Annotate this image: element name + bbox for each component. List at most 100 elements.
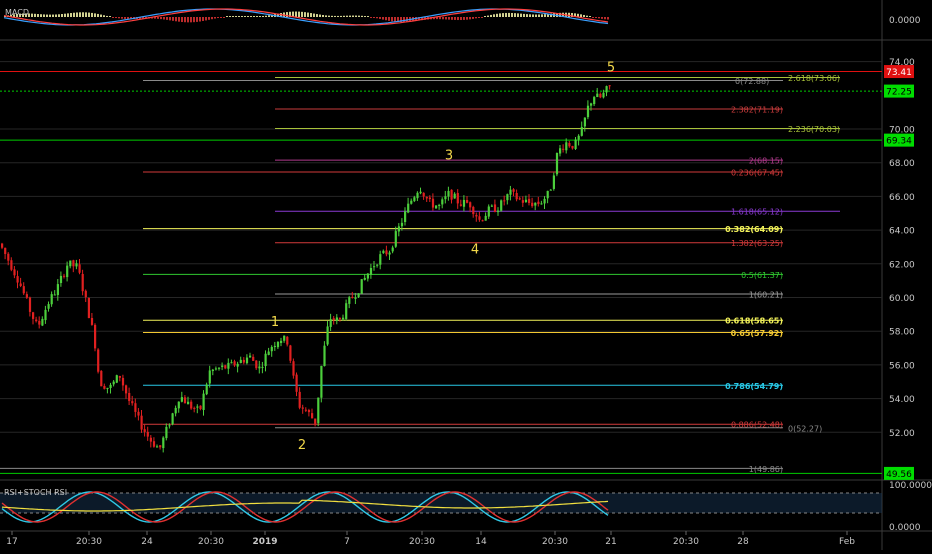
candle-body (500, 200, 503, 211)
macd-histogram-bar (604, 17, 606, 20)
macd-axis-label: 0.0000 (889, 16, 921, 26)
macd-histogram-bar (457, 17, 459, 21)
candle-body (205, 384, 208, 395)
candle-body (422, 192, 425, 197)
macd-histogram-bar (106, 15, 108, 17)
fib-level-label: 0.618(58.65) (725, 317, 783, 326)
candle-body (466, 200, 469, 203)
macd-histogram-bar (508, 12, 510, 17)
candle-body (543, 198, 546, 204)
candle-body (385, 250, 388, 255)
candle-body (317, 397, 320, 424)
fib-level-label: 0.65(57.92) (731, 329, 783, 338)
candle-body (397, 226, 400, 232)
fib-level-label: 2.382(71.19) (731, 105, 783, 114)
candle-body (360, 279, 363, 294)
macd-histogram-bar (247, 16, 249, 17)
candle-body (97, 349, 100, 372)
macd-histogram-bar (481, 17, 483, 18)
candle-body (332, 318, 335, 320)
candle-body (214, 368, 218, 370)
macd-histogram-bar (589, 16, 591, 17)
candle-body (438, 204, 441, 206)
candle-body (292, 361, 295, 376)
macd-histogram-bar (463, 17, 465, 20)
candle-body (407, 203, 410, 213)
macd-histogram-bar (61, 14, 63, 17)
macd-histogram-bar (157, 17, 159, 19)
macd-histogram-bar (349, 15, 351, 17)
macd-histogram-bar (187, 17, 189, 23)
candle-body (376, 264, 379, 266)
candle-body (50, 294, 53, 305)
macd-histogram-bar (490, 14, 492, 17)
candle-body (125, 385, 128, 394)
price-tick-label: 60.00 (889, 294, 915, 304)
candle-body (410, 200, 413, 204)
candle-body (351, 296, 354, 298)
macd-histogram-bar (469, 17, 471, 20)
macd-histogram-bar (442, 17, 444, 20)
macd-histogram-bar (499, 13, 501, 17)
candle-body (143, 429, 146, 432)
price-tick-label: 58.00 (889, 328, 915, 338)
candle-body (255, 360, 258, 369)
candle-body (311, 413, 314, 419)
candle-body (103, 385, 106, 389)
candle-body (363, 277, 366, 280)
macd-histogram-bar (229, 16, 231, 17)
macd-histogram-bar (496, 13, 498, 17)
macd-histogram-bar (376, 17, 378, 19)
candle-body (44, 309, 47, 321)
candle-body (298, 391, 301, 408)
macd-histogram-bar (163, 17, 165, 20)
candle-body (301, 407, 304, 409)
macd-histogram-bar (205, 17, 207, 21)
macd-histogram-bar (595, 17, 597, 18)
macd-histogram-bar (40, 14, 42, 17)
macd-histogram-bar (166, 17, 168, 20)
macd-histogram-bar (388, 17, 390, 21)
macd-histogram-bar (361, 15, 363, 17)
candle-body (416, 192, 419, 199)
macd-histogram-bar (580, 14, 582, 17)
fib-level-label: 1.382(63.25) (731, 239, 783, 248)
macd-histogram-bar (199, 17, 201, 22)
candle-body (484, 215, 487, 221)
macd-histogram-bar (532, 14, 534, 17)
candle-body (193, 407, 196, 409)
macd-histogram-bar (313, 13, 315, 17)
candle-body (230, 362, 233, 364)
macd-histogram-bar (475, 17, 477, 19)
price-tick-label: 52.00 (889, 429, 915, 439)
candle-body (357, 293, 360, 297)
macd-histogram-bar (364, 16, 366, 17)
candle-body (450, 189, 453, 200)
candle-body (549, 189, 552, 191)
macd-histogram-bar (172, 17, 174, 21)
candle-body (487, 206, 490, 217)
candle-body (1, 243, 4, 248)
candle-body (16, 276, 19, 283)
candle-body (404, 211, 407, 222)
candle-body (568, 143, 571, 147)
candle-body (87, 297, 90, 319)
time-tick-label: Feb (839, 537, 855, 547)
macd-histogram-bar (511, 12, 513, 17)
macd-histogram-bar (109, 16, 111, 17)
candle-body (121, 377, 125, 386)
time-tick-label: 17 (6, 537, 17, 547)
candle-body (462, 199, 466, 207)
price-chart[interactable]: 0(72.88) 2.618(73.06) 2.382(71.19) 2.236(70… (0, 0, 932, 550)
price-badge-label: 73.41 (886, 68, 912, 78)
candle-body (211, 369, 214, 372)
candle-body (394, 231, 397, 247)
candle-body (338, 317, 342, 319)
macd-histogram-bar (100, 14, 102, 17)
macd-histogram-bar (337, 15, 339, 17)
macd-histogram-bar (241, 16, 243, 17)
candle-body (221, 365, 224, 367)
candle-body (583, 117, 586, 127)
candle-body (596, 93, 599, 98)
candle-body (35, 319, 38, 322)
